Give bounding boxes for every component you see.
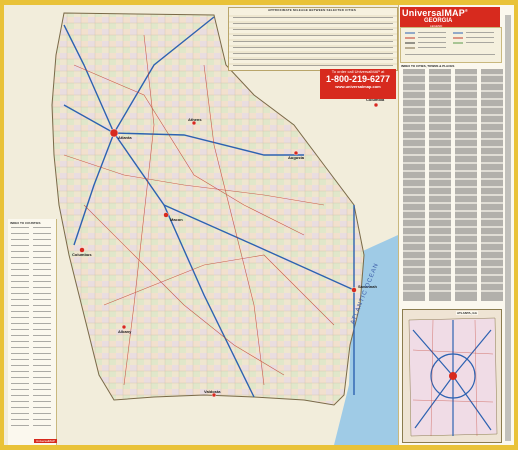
- grid-border-strip: [505, 15, 511, 441]
- city-label: Macon: [170, 217, 183, 222]
- trademark-mark: ®: [464, 8, 469, 13]
- inset-map-svg: [403, 310, 501, 442]
- promo-phone[interactable]: 1-800-219-6277: [320, 74, 396, 84]
- order-promo-box[interactable]: To order call UniversalMAP at 1-800-219-…: [320, 69, 396, 99]
- city-label: Athens: [188, 117, 202, 122]
- inset-title: ATLANTA, GA: [456, 311, 478, 315]
- georgia-map-area[interactable]: Atlanta Athens Augusta Macon Columbus Al…: [4, 5, 398, 445]
- places-index-title: INDEX TO CITIES, TOWNS & PLACES: [401, 64, 455, 68]
- city-label: Columbus: [72, 252, 92, 257]
- county-index-title: INDEX TO COUNTIES: [10, 221, 41, 225]
- city-label: Augusta: [288, 155, 304, 160]
- atlanta-inset-map[interactable]: [402, 309, 502, 443]
- map-legend: [400, 27, 502, 63]
- mileage-table-title: APPROXIMATE MILEAGE BETWEEN SELECTED CIT…: [267, 8, 357, 12]
- mileage-grid: [229, 15, 397, 66]
- county-index: [8, 219, 57, 445]
- city-label: Albany: [118, 329, 132, 334]
- publisher-logo: UniversalMAP: [34, 439, 58, 443]
- brand-name-text: UniversalMAP: [402, 8, 465, 18]
- mileage-table: [228, 7, 398, 71]
- promo-url[interactable]: www.universalmap.com: [320, 84, 396, 90]
- county-index-lines: [11, 227, 51, 426]
- legend-symbols: [405, 32, 495, 55]
- wall-map-sheet: Atlanta Athens Augusta Macon Columbus Al…: [4, 5, 514, 445]
- universalmap-brand-banner: UniversalMAP® GEORGIA LEGEND: [400, 7, 500, 28]
- city-label: Valdosta: [204, 389, 221, 394]
- city-label: Atlanta: [118, 135, 132, 140]
- brand-name: UniversalMAP®: [402, 8, 468, 18]
